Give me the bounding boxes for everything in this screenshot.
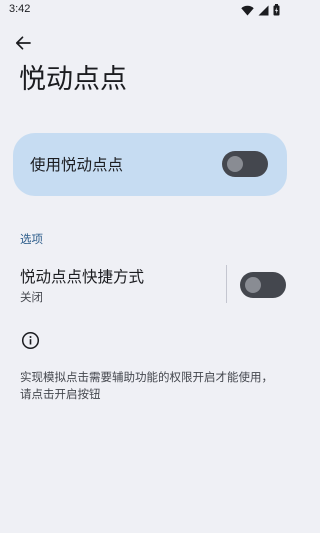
battery-charging-icon [273,4,280,16]
vertical-divider [226,265,227,303]
shortcut-preference-row[interactable]: 悦动点点快捷方式 关闭 [0,260,300,310]
page-title: 悦动点点 [19,64,127,95]
cellular-signal-icon [258,5,269,15]
master-toggle-switch[interactable] [222,151,268,177]
switch-knob [245,277,261,293]
master-switch-card[interactable]: 使用悦动点点 [13,133,287,196]
options-section-header: 选项 [20,232,43,246]
shortcut-title: 悦动点点快捷方式 [20,268,145,286]
back-button[interactable] [12,32,34,54]
master-switch-label: 使用悦动点点 [30,156,124,174]
switch-knob [227,156,243,172]
status-icons [241,4,280,16]
shortcut-summary: 关闭 [20,290,43,304]
wifi-icon [241,5,254,15]
info-icon [21,331,40,350]
arrow-back-icon [15,36,31,50]
status-bar: 3:42 [0,0,300,22]
status-time: 3:42 [9,3,31,15]
shortcut-toggle-switch[interactable] [240,272,286,298]
footer-description: 实现模拟点击需要辅助功能的权限开启才能使用，请点击开启按钮 [20,370,273,401]
